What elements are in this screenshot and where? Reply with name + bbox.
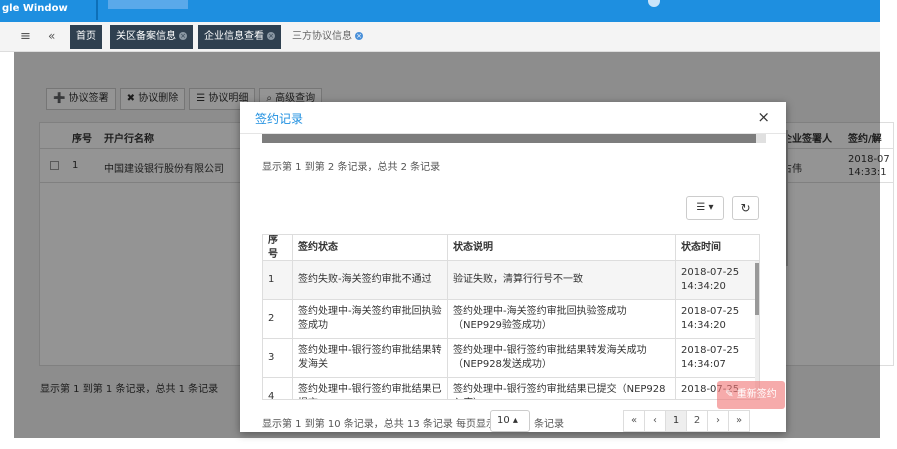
divider xyxy=(96,0,98,20)
user-avatar-icon[interactable] xyxy=(648,0,660,7)
page-size-select[interactable]: 10 ▴ xyxy=(490,410,530,432)
tab-label: 三方协议信息 xyxy=(292,31,352,42)
next-page-button[interactable]: › xyxy=(707,410,729,432)
pagination: 显示第 1 到第 10 条记录，总共 13 条记录 每页显示 10 ▴ 条记录 … xyxy=(262,410,762,432)
page-buttons: «‹ 1 2 ›» xyxy=(623,410,750,432)
app-logo xyxy=(108,0,188,9)
column-header: 状态说明 xyxy=(448,235,676,260)
pagination-info: 显示第 1 到第 10 条记录，总共 13 条记录 每页显示 xyxy=(262,419,497,430)
tab-close-icon[interactable]: × xyxy=(267,32,275,40)
horizontal-scrollbar[interactable] xyxy=(262,134,756,143)
status-description: 验证失败，清算行行号不一致 xyxy=(448,261,676,299)
list-icon: ☰ ▾ xyxy=(696,202,714,213)
column-header: 序号 xyxy=(263,235,293,260)
sign-status: 签约处理中-海关签约审批回执验签成功 xyxy=(293,300,448,338)
status-description: 签约处理中-海关签约审批回执验签成功（NEP929验签成功） xyxy=(448,300,676,338)
page-size-suffix: 条记录 xyxy=(534,419,564,430)
record-summary: 显示第 1 到第 2 条记录，总共 2 条记录 xyxy=(262,162,441,173)
tab-home[interactable]: 首页 xyxy=(70,25,102,49)
row-index: 1 xyxy=(263,261,293,299)
page-2-button[interactable]: 2 xyxy=(686,410,708,432)
table-row[interactable]: 4 签约处理中-银行签约审批结果已提交 签约处理中-银行签约审批结果已提交（NE… xyxy=(263,378,759,399)
dialog-body: 显示第 1 到第 2 条记录，总共 2 条记录 ☰ ▾ ↻ 序号 签约状态 状态… xyxy=(240,134,786,432)
tab-customs-record[interactable]: 关区备案信息 × xyxy=(110,25,193,49)
columns-toggle-button[interactable]: ☰ ▾ xyxy=(686,196,724,220)
resign-button[interactable]: ✎ 重新签约 xyxy=(717,381,785,409)
sign-status: 签约处理中-银行签约审批结果转发海关 xyxy=(293,339,448,377)
status-time: 2018-07-25 14:34:20 xyxy=(681,267,740,292)
scrollbar-thumb[interactable] xyxy=(755,263,759,315)
table-row[interactable]: 3 签约处理中-银行签约审批结果转发海关 签约处理中-银行签约审批结果转发海关成… xyxy=(263,339,759,378)
row-index: 2 xyxy=(263,300,293,338)
double-left-icon[interactable]: « xyxy=(48,29,55,43)
dialog-title: 签约记录 xyxy=(255,112,304,126)
refresh-button[interactable]: ↻ xyxy=(732,196,759,220)
tab-close-icon[interactable]: × xyxy=(355,32,363,40)
status-description: 签约处理中-银行签约审批结果转发海关成功（NEP928发送成功） xyxy=(448,339,676,377)
row-index: 4 xyxy=(263,378,293,399)
tab-label: 关区备案信息 xyxy=(116,31,176,42)
tab-bar: ≡ « 首页 关区备案信息 × 企业信息查看 × 三方协议信息 × xyxy=(0,22,880,52)
tab-close-icon[interactable]: × xyxy=(179,32,187,40)
table-row[interactable]: 1 签约失败-海关签约审批不通过 验证失败，清算行行号不一致 2018-07-2… xyxy=(263,261,759,300)
screen: gle Window ≡ « 首页 关区备案信息 × 企业信息查看 × 三方协议信息… xyxy=(0,0,897,449)
window-title: gle Window xyxy=(2,3,68,14)
prev-page-button[interactable]: ‹ xyxy=(644,410,666,432)
page-1-button[interactable]: 1 xyxy=(665,410,687,432)
close-icon[interactable]: × xyxy=(757,108,770,126)
sign-record-dialog: 签约记录 × 显示第 1 到第 2 条记录，总共 2 条记录 ☰ ▾ ↻ 序号 … xyxy=(240,102,786,432)
column-header: 签约状态 xyxy=(293,235,448,260)
tab-label: 企业信息查看 xyxy=(204,31,264,42)
column-header: 状态时间 xyxy=(681,241,721,253)
first-page-button[interactable]: « xyxy=(623,410,645,432)
dialog-header: 签约记录 × xyxy=(240,102,786,134)
row-index: 3 xyxy=(263,339,293,377)
tab-tripartite-agreement[interactable]: 三方协议信息 × xyxy=(286,25,369,49)
status-time: 2018-07-25 14:34:07 xyxy=(681,345,740,370)
table-row[interactable]: 2 签约处理中-海关签约审批回执验签成功 签约处理中-海关签约审批回执验签成功（… xyxy=(263,300,759,339)
vertical-scrollbar[interactable] xyxy=(755,261,759,399)
status-time: 2018-07-25 14:34:20 xyxy=(681,306,740,331)
sign-status: 签约失败-海关签约审批不通过 xyxy=(293,261,448,299)
sign-record-table: 序号 签约状态 状态说明 状态时间 1 签约失败-海关签约审批不通过 验证失败，… xyxy=(262,234,760,400)
table-header: 序号 签约状态 状态说明 状态时间 xyxy=(263,235,759,261)
window-title-bar: gle Window xyxy=(0,0,880,22)
last-page-button[interactable]: » xyxy=(728,410,750,432)
button-label: 重新签约 xyxy=(736,389,777,400)
menu-icon[interactable]: ≡ xyxy=(20,29,31,44)
status-description: 签约处理中-银行签约审批结果已提交（NEP928入库） xyxy=(448,378,676,399)
scrollbar-thumb[interactable] xyxy=(756,134,766,143)
sign-status: 签约处理中-银行签约审批结果已提交 xyxy=(293,378,448,399)
tab-enterprise-info[interactable]: 企业信息查看 × xyxy=(198,25,281,49)
refresh-icon: ↻ xyxy=(740,201,751,215)
tab-label: 首页 xyxy=(76,31,96,42)
